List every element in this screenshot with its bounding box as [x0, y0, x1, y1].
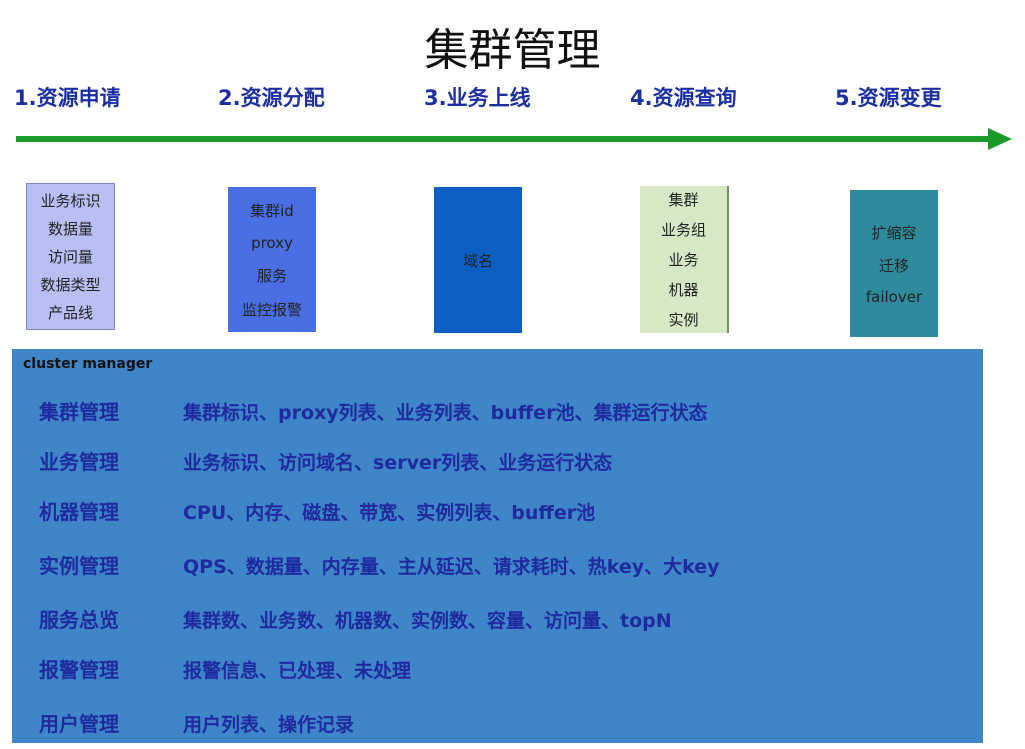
- step-4-item: 业务组: [660, 221, 706, 239]
- module-row: 机器管理 CPU、内存、磁盘、带宽、实例列表、buffer池: [12, 496, 983, 526]
- module-row: 实例管理 QPS、数据量、内存量、主从延迟、请求耗时、热key、大key: [12, 550, 983, 580]
- step-3-label: 3.业务上线: [424, 86, 531, 110]
- module-name: 实例管理: [39, 554, 119, 578]
- module-desc: 用户列表、操作记录: [183, 714, 355, 736]
- module-name: 报警管理: [39, 658, 119, 682]
- step-2-item: 集群id: [250, 201, 294, 220]
- step-1-box: 业务标识 数据量 访问量 数据类型 产品线: [26, 183, 115, 330]
- step-1-item: 产品线: [47, 304, 93, 322]
- step-2-box: 集群id proxy 服务 监控报警: [228, 187, 316, 332]
- module-name: 集群管理: [39, 400, 119, 424]
- step-2-item: proxy: [251, 233, 293, 252]
- step-5-box: 扩缩容 迁移 failover: [850, 190, 938, 337]
- cluster-manager-panel: cluster manager 集群管理 集群标识、proxy列表、业务列表、b…: [12, 349, 983, 743]
- step-2-item: 服务: [256, 266, 287, 285]
- module-row: 集群管理 集群标识、proxy列表、业务列表、buffer池、集群运行状态: [12, 396, 983, 426]
- module-name: 用户管理: [39, 712, 119, 736]
- step-1-item: 业务标识: [40, 192, 101, 210]
- panel-title: cluster manager: [23, 356, 153, 372]
- module-row: 报警管理 报警信息、已处理、未处理: [12, 654, 983, 684]
- step-4-item: 机器: [668, 281, 699, 299]
- step-5-label: 5.资源变更: [835, 86, 942, 110]
- step-5-item: 迁移: [878, 256, 909, 275]
- step-2-item: 监控报警: [241, 300, 302, 319]
- step-5-item: 扩缩容: [871, 223, 917, 242]
- step-4-item: 集群: [668, 191, 699, 209]
- step-1-item: 数据量: [47, 220, 93, 238]
- step-4-label: 4.资源查询: [630, 86, 737, 110]
- step-2-label: 2.资源分配: [218, 86, 325, 110]
- module-row: 用户管理 用户列表、操作记录: [12, 708, 983, 738]
- module-row: 业务管理 业务标识、访问域名、server列表、业务运行状态: [12, 446, 983, 476]
- module-name: 机器管理: [39, 500, 119, 524]
- module-desc: 报警信息、已处理、未处理: [183, 660, 412, 682]
- step-1-label: 1.资源申请: [14, 86, 121, 110]
- module-desc: 集群标识、proxy列表、业务列表、buffer池、集群运行状态: [183, 402, 708, 424]
- module-name: 服务总览: [39, 608, 119, 632]
- module-desc: 业务标识、访问域名、server列表、业务运行状态: [183, 452, 613, 474]
- step-4-item: 实例: [668, 311, 699, 329]
- step-4-item: 业务: [668, 251, 699, 269]
- page-title: 集群管理: [424, 25, 601, 76]
- step-3-box: 域名: [434, 187, 522, 333]
- module-name: 业务管理: [39, 450, 119, 474]
- step-4-box: 集群 业务组 业务 机器 实例: [640, 186, 729, 333]
- timeline-arrow: [16, 128, 1012, 150]
- module-row: 服务总览 集群数、业务数、机器数、实例数、容量、访问量、topN: [12, 604, 983, 634]
- module-desc: 集群数、业务数、机器数、实例数、容量、访问量、topN: [183, 610, 672, 632]
- step-1-item: 访问量: [47, 248, 93, 266]
- module-desc: CPU、内存、磁盘、带宽、实例列表、buffer池: [183, 502, 596, 524]
- module-desc: QPS、数据量、内存量、主从延迟、请求耗时、热key、大key: [183, 556, 720, 578]
- step-3-item: 域名: [462, 251, 493, 270]
- step-5-item: failover: [865, 287, 923, 306]
- step-1-item: 数据类型: [40, 276, 101, 294]
